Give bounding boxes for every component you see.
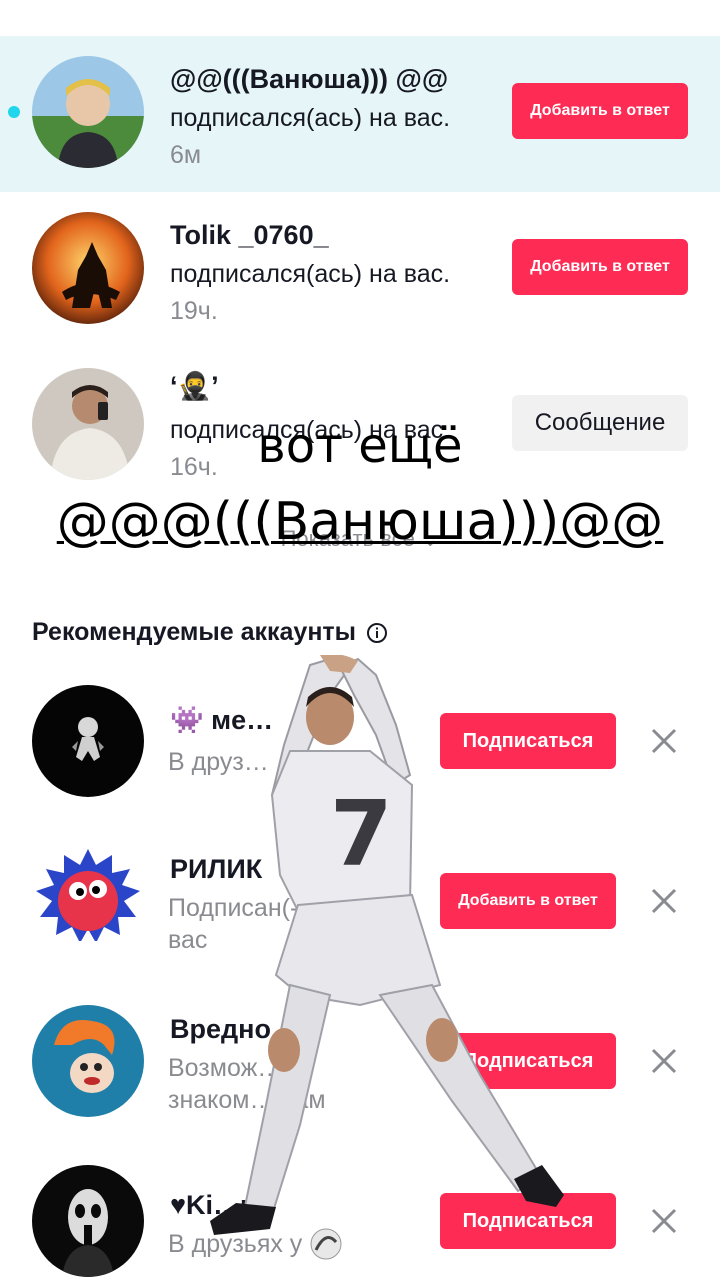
subtitle: Возмож… знаком… вам <box>168 1054 326 1114</box>
avatar-photo <box>32 845 144 957</box>
subtitle: В друз… <box>168 748 269 776</box>
avatar[interactable] <box>32 212 144 324</box>
recommended-row[interactable]: Вредно… Возмож… знаком… вам Подписаться <box>0 996 720 1126</box>
close-icon[interactable] <box>640 1197 688 1245</box>
action-text: подписался(ась) на вас. <box>170 260 451 288</box>
add-to-reply-button[interactable]: Добавить в ответ <box>512 239 688 295</box>
subtitle: В друзьях у <box>168 1228 438 1260</box>
recommended-row[interactable]: ♥Ki…r♣ В друзьях у Подписаться <box>0 1156 720 1280</box>
avatar[interactable] <box>32 1005 144 1117</box>
avatar-photo <box>32 685 144 797</box>
activity-description: подписался(ась) на вас. 19ч. <box>170 256 460 330</box>
username[interactable]: Tolik _0760_ <box>170 220 329 251</box>
close-icon[interactable] <box>640 877 688 925</box>
subtitle: Подписан(-… вас <box>168 894 324 954</box>
activity-row[interactable]: Tolik _0760_ подписался(ась) на вас. 19ч… <box>0 192 720 348</box>
recommended-title: Рекомендуемые аккаунты <box>32 618 357 646</box>
avatar[interactable] <box>32 56 144 168</box>
overlay-caption-line1: вот ещё <box>257 418 463 474</box>
mutual-friend-avatar <box>310 1228 342 1260</box>
avatar[interactable] <box>32 685 144 797</box>
unread-dot <box>8 106 20 118</box>
close-icon[interactable] <box>640 1037 688 1085</box>
avatar-photo <box>32 212 144 324</box>
avatar-photo <box>32 56 144 168</box>
username[interactable]: РИЛИК <box>170 854 262 885</box>
username[interactable]: ‘🥷’ <box>170 370 219 402</box>
activity-description: подписался(ась) на вас. 6м <box>170 100 460 174</box>
action-text: подписался(ась) на вас. <box>170 104 451 132</box>
username[interactable]: Вредно… <box>170 1014 298 1045</box>
follow-button[interactable]: Подписаться <box>440 1033 616 1089</box>
recommended-row[interactable]: РИЛИК Подписан(-… вас Добавить в ответ <box>0 836 720 966</box>
subtitle-text: В друзьях у <box>168 1230 303 1258</box>
follow-button[interactable]: Подписаться <box>440 713 616 769</box>
section-title: Рекомендуемые аккаунты <box>32 618 388 647</box>
avatar[interactable] <box>32 845 144 957</box>
avatar-photo <box>32 1165 144 1277</box>
info-icon[interactable] <box>366 622 388 644</box>
timestamp: 19ч. <box>170 297 218 325</box>
overlay-caption-line2: @@@(((Ванюша)))@@ <box>56 492 664 552</box>
username[interactable]: ♥Ki…r♣ <box>170 1190 268 1221</box>
timestamp: 6м <box>170 141 202 169</box>
username[interactable]: 👾 ме… <box>170 704 273 736</box>
avatar-photo <box>32 1005 144 1117</box>
add-to-reply-button[interactable]: Добавить в ответ <box>512 83 688 139</box>
recommended-row[interactable]: 👾 ме… В друз… Подписаться <box>0 676 720 806</box>
follow-button[interactable]: Подписаться <box>440 1193 616 1249</box>
username[interactable]: @@(((Ванюша))) @@ <box>170 64 448 95</box>
add-to-reply-button[interactable]: Добавить в ответ <box>440 873 616 929</box>
close-icon[interactable] <box>640 717 688 765</box>
activity-row[interactable]: @@(((Ванюша))) @@ подписался(ась) на вас… <box>0 36 720 192</box>
avatar[interactable] <box>32 1165 144 1277</box>
